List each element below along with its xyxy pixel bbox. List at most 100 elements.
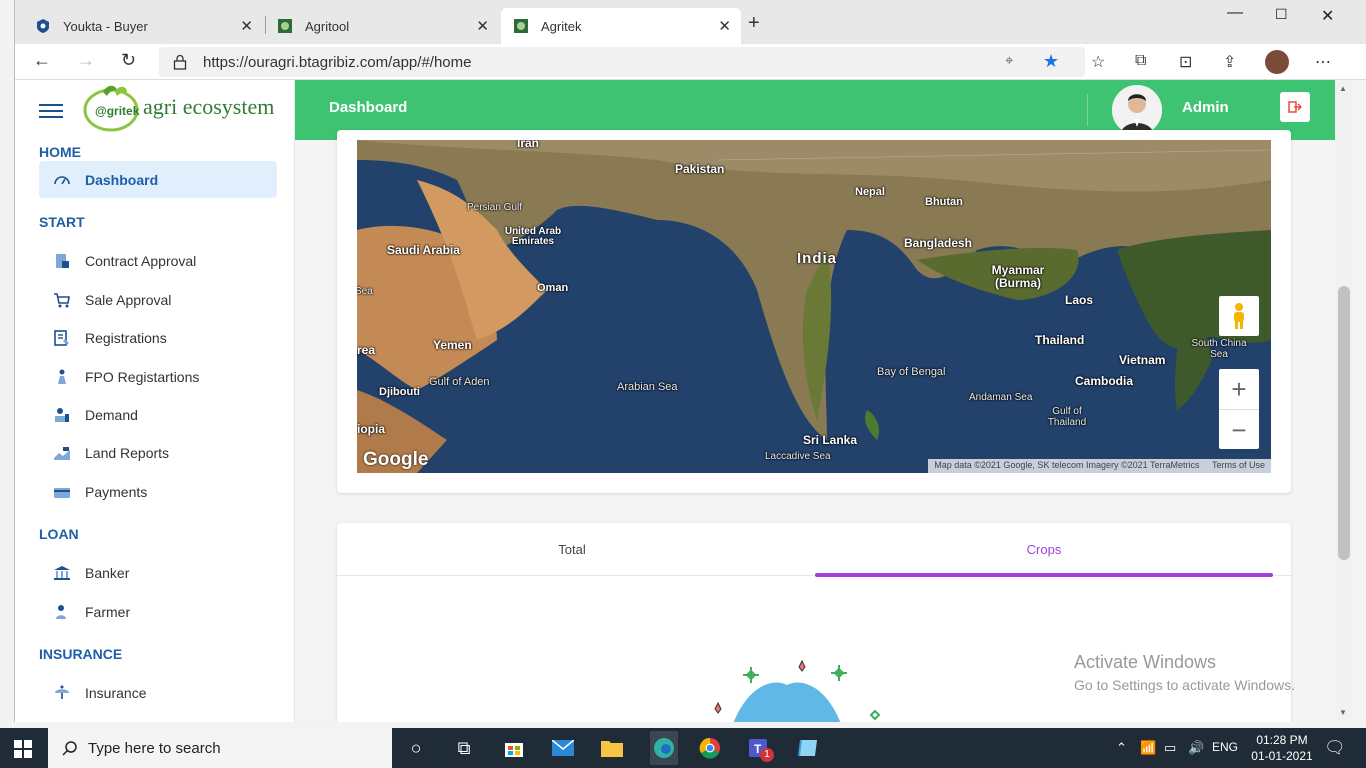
show-hidden-icons-icon[interactable]: ⌃	[1116, 740, 1127, 756]
map-card: Iran Pakistan Nepal Bhutan Persian Gulf …	[337, 130, 1291, 493]
language-indicator[interactable]: ENG	[1212, 740, 1238, 754]
hamburger-menu-icon[interactable]	[39, 104, 63, 118]
browser-tab-agritek[interactable]: Agritek ✕	[501, 8, 741, 44]
map-label: Arabian Sea	[617, 381, 678, 393]
close-icon[interactable]: ✕	[718, 17, 731, 35]
section-home: HOME	[39, 144, 81, 160]
tab-crops[interactable]: Crops	[815, 523, 1273, 575]
demand-icon	[55, 407, 69, 422]
map-imagery	[357, 140, 1271, 473]
avatar[interactable]	[1112, 85, 1162, 135]
taskbar-search-box[interactable]: Type here to search	[48, 728, 392, 768]
terms-of-use-link[interactable]: Terms of Use	[1212, 460, 1265, 470]
forward-button[interactable]: →	[77, 50, 95, 71]
sidebar-item-label: Insurance	[85, 684, 147, 701]
section-insurance: INSURANCE	[39, 646, 123, 662]
sidebar-item-demand[interactable]: Demand	[39, 396, 277, 433]
sidebar-item-land-reports[interactable]: Land Reports	[39, 434, 277, 471]
cart-icon	[54, 292, 70, 307]
teams-icon[interactable]: T 1	[748, 736, 774, 762]
new-tab-button[interactable]: +	[748, 12, 760, 35]
map-label: Cambodia	[1075, 374, 1134, 388]
close-icon[interactable]: ✕	[476, 17, 489, 35]
sidebar-item-label: Demand	[85, 406, 138, 423]
agritek-favicon-icon	[278, 19, 292, 33]
browser-tab-title: Youkta - Buyer	[63, 18, 148, 34]
sidebar-item-registrations[interactable]: Registrations	[39, 319, 277, 356]
favorites-icon[interactable]: ☆	[1091, 52, 1105, 72]
app-icon[interactable]	[796, 736, 820, 760]
zoom-in-button[interactable]: +	[1219, 369, 1259, 409]
windows-taskbar: Type here to search ○ ⧉ T 1 ⌃ 📶 ▭ 🔊 ENG …	[0, 728, 1366, 768]
contract-icon	[56, 253, 69, 268]
task-view-icon[interactable]: ⧉	[452, 736, 476, 760]
close-icon[interactable]: ✕	[240, 17, 253, 35]
map-label: iopia	[357, 422, 386, 436]
action-center-icon[interactable]: 🗨	[1324, 738, 1346, 758]
sidebar-item-contract-approval[interactable]: Contract Approval	[39, 242, 277, 279]
sidebar-item-banker[interactable]: Banker	[39, 554, 277, 591]
sidebar-item-farmer[interactable]: Farmer	[39, 593, 277, 630]
minimize-button[interactable]: —	[1227, 4, 1243, 22]
sidebar-item-payments[interactable]: Payments	[39, 473, 277, 510]
google-map[interactable]: Iran Pakistan Nepal Bhutan Persian Gulf …	[357, 140, 1271, 473]
store-icon[interactable]	[502, 736, 526, 760]
windows-start-icon[interactable]	[14, 740, 32, 758]
sidebar-item-label: Contract Approval	[85, 252, 197, 269]
tab-strip: Youkta - Buyer ✕ Agritool ✕ Agritek ✕ + …	[15, 0, 1366, 44]
clock-time: 01:28 PM	[1256, 733, 1308, 747]
sidebar-item-sale-approval[interactable]: Sale Approval	[39, 281, 277, 318]
user-name[interactable]: Admin	[1182, 99, 1229, 116]
battery-icon[interactable]: ▭	[1164, 740, 1176, 756]
collections-icon[interactable]: ⧉	[1135, 52, 1146, 70]
tab-total[interactable]: Total	[337, 523, 807, 575]
window-close-button[interactable]: ✕	[1321, 6, 1334, 26]
map-label: Saudi Arabia	[387, 243, 460, 257]
sidebar-item-fpo-registrations[interactable]: FPO Registartions	[39, 358, 277, 395]
scrollbar-thumb[interactable]	[1338, 286, 1350, 560]
sidebar-item-insurance[interactable]: Insurance	[39, 674, 277, 711]
logout-button[interactable]	[1280, 92, 1310, 122]
sidebar-item-dashboard[interactable]: Dashboard	[39, 161, 277, 198]
volume-icon[interactable]: 🔊	[1188, 740, 1204, 756]
section-loan: LOAN	[39, 526, 79, 542]
system-clock[interactable]: 01:28 PM 01-01-2021	[1250, 732, 1314, 764]
browser-tab-agritool[interactable]: Agritool ✕	[265, 8, 499, 44]
more-menu-icon[interactable]: ⋯	[1315, 52, 1331, 72]
scroll-up-arrow[interactable]: ▲	[1339, 84, 1347, 93]
maximize-button[interactable]: ☐	[1275, 6, 1288, 23]
logo-text: agri ecosystem	[143, 94, 275, 119]
refresh-button[interactable]: ↻	[121, 50, 136, 71]
google-logo: Google	[363, 449, 429, 470]
zoom-out-button[interactable]: −	[1219, 409, 1259, 449]
browser-tab-title: Agritek	[541, 18, 582, 34]
map-label: rea	[357, 343, 376, 357]
agritek-favicon-icon	[514, 19, 528, 33]
sidebar: @gritek agri ecosystem HOME Dashboard ST…	[15, 80, 295, 722]
sidebar-item-label: Sale Approval	[85, 291, 172, 308]
header-divider	[1087, 94, 1088, 126]
scroll-down-arrow[interactable]: ▼	[1339, 708, 1347, 717]
favorite-star-icon[interactable]: ★	[1043, 51, 1059, 72]
file-explorer-icon[interactable]	[600, 736, 624, 760]
screenshot-icon[interactable]: ⊡	[1179, 52, 1192, 72]
mail-icon[interactable]	[551, 736, 575, 760]
share-icon[interactable]: ⇪	[1223, 52, 1236, 72]
map-label: Andaman Sea	[969, 392, 1033, 403]
cortana-icon[interactable]: ○	[404, 736, 428, 760]
back-button[interactable]: ←	[33, 50, 51, 71]
browser-tab-youkta[interactable]: Youkta - Buyer ✕	[23, 8, 263, 44]
logout-icon	[1288, 101, 1302, 113]
edge-browser-icon[interactable]	[650, 731, 678, 765]
map-label: Djibouti	[379, 386, 420, 398]
sidebar-item-label: Banker	[85, 564, 130, 581]
location-pin-icon[interactable]: ⌖	[1005, 52, 1013, 69]
chrome-icon[interactable]	[698, 736, 722, 760]
profile-avatar[interactable]	[1265, 50, 1289, 74]
url-field[interactable]: https://ouragri.btagribiz.com/app/#/home…	[159, 47, 1085, 77]
network-icon[interactable]: 📶	[1140, 740, 1156, 756]
map-label: Bay of Bengal	[877, 366, 946, 378]
url-text: https://ouragri.btagribiz.com/app/#/home	[203, 54, 472, 71]
browser-tab-title: Agritool	[305, 18, 350, 34]
street-view-pegman-button[interactable]	[1219, 296, 1259, 336]
